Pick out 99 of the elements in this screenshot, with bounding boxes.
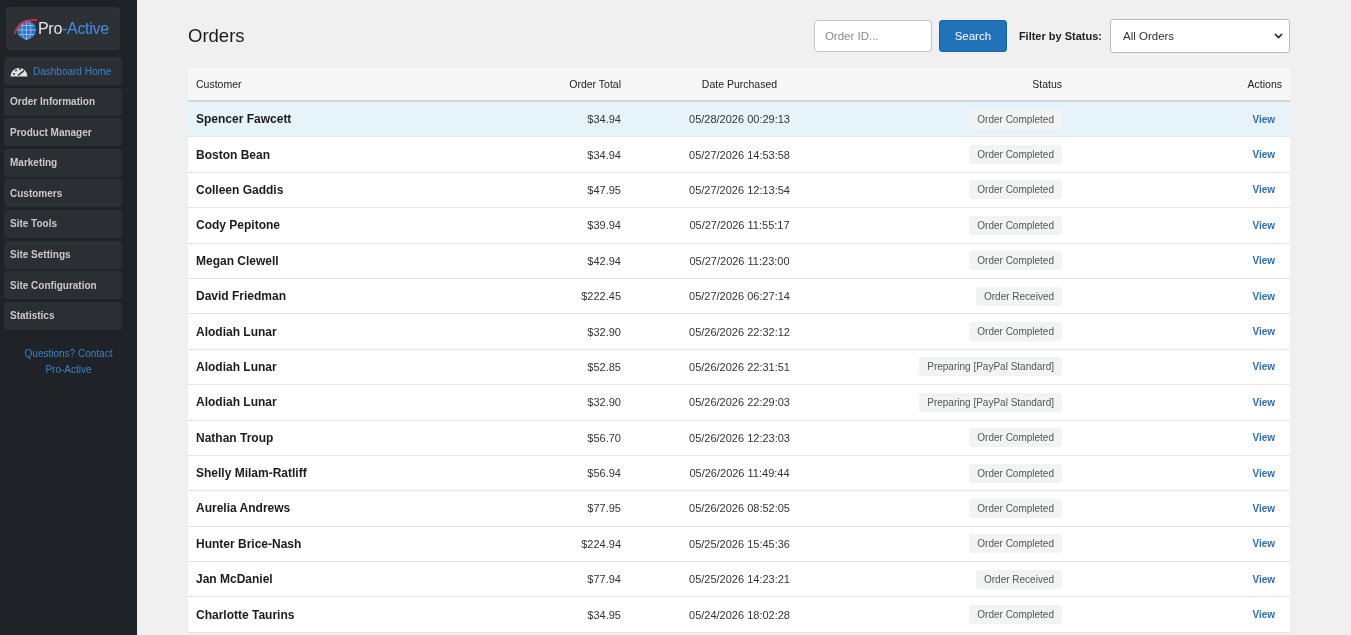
view-link[interactable]: View (1245, 501, 1275, 516)
view-link[interactable]: View (1245, 571, 1275, 587)
column-header: Status (1032, 78, 1062, 90)
globe-logo-icon (14, 17, 38, 40)
customer-name: Boston Bean (196, 147, 270, 162)
nav-item[interactable]: Order Information (4, 87, 122, 116)
view-link[interactable]: View (1245, 359, 1275, 375)
order-total: $52.85 (587, 360, 621, 373)
status-badge: Order Completed (969, 499, 1062, 518)
view-link[interactable]: View (1245, 430, 1275, 446)
customer-name: Spencer Fawcett (196, 112, 292, 127)
purchase-date: 05/26/2026 22:32:12 (689, 325, 790, 338)
status-badge: Order Completed (969, 109, 1062, 129)
status-badge: Order Completed (969, 215, 1062, 235)
status-badge: Order Completed (969, 605, 1062, 625)
status-badge: Order Completed (969, 463, 1062, 483)
order-total: $47.95 (587, 183, 621, 196)
order-total: $56.70 (587, 431, 621, 444)
purchase-date: 05/26/2026 22:31:51 (689, 360, 790, 373)
contact-link[interactable]: Questions? Contact Pro-Active (18, 345, 119, 378)
purchase-date: 05/27/2026 12:13:54 (689, 183, 790, 196)
status-select[interactable]: All Orders (1110, 19, 1290, 53)
order-total: $77.95 (587, 502, 621, 515)
status-badge: Order Completed (969, 428, 1062, 448)
customer-name: Colleen Gaddis (196, 182, 284, 197)
column-header: Actions (1247, 78, 1282, 90)
view-link[interactable]: View (1245, 607, 1275, 623)
view-link[interactable]: View (1245, 182, 1275, 198)
nav-item[interactable]: Statistics (4, 301, 122, 330)
page-title: Orders (188, 25, 246, 47)
customer-name: Hunter Brice-Nash (196, 536, 302, 551)
view-link[interactable]: View (1245, 217, 1275, 233)
customer-name: Jan McDaniel (196, 572, 273, 587)
order-total: $34.94 (587, 148, 621, 161)
purchase-date: 05/26/2026 12:23:03 (689, 431, 790, 444)
customer-name: Alodiah Lunar (196, 395, 277, 410)
order-total: $222.45 (581, 290, 621, 303)
purchase-date: 05/27/2026 14:53:58 (689, 148, 790, 161)
order-total: $42.94 (587, 254, 621, 267)
order-total: $224.94 (581, 537, 621, 550)
order-total: $56.94 (587, 467, 621, 480)
logo-text: Pro-Active (38, 20, 109, 37)
status-badge: Order Completed (969, 251, 1062, 271)
filter-label: Filter by Status: (1018, 30, 1102, 42)
order-total: $34.95 (587, 608, 621, 621)
view-link[interactable]: View (1245, 536, 1275, 552)
nav-item[interactable]: Customers (4, 179, 122, 208)
status-badge: Order Completed (969, 534, 1062, 554)
view-link[interactable]: View (1245, 111, 1275, 127)
purchase-date: 05/24/2026 18:02:28 (689, 608, 790, 621)
status-badge: Preparing [PayPal Standard] (919, 392, 1062, 412)
table-row[interactable]: Spencer Fawcett $34.94 05/28/2026 00:29:13 Order Completed View (188, 102, 1290, 138)
status-badge: Order Completed (969, 322, 1062, 342)
purchase-date: 05/27/2026 11:55:17 (689, 219, 790, 232)
gauge-icon (10, 65, 28, 77)
customer-name: Cody Pepitone (196, 218, 280, 233)
purchase-date: 05/26/2026 22:29:03 (689, 396, 790, 409)
nav-item[interactable]: Marketing (4, 148, 122, 177)
column-header: Date Purchased (701, 78, 778, 90)
view-link[interactable]: View (1245, 288, 1275, 304)
customer-name: Alodiah Lunar (196, 359, 277, 374)
status-badge: Preparing [PayPal Standard] (919, 357, 1062, 377)
status-badge: Order Completed (969, 145, 1062, 165)
purchase-date: 05/25/2026 14:23:21 (689, 573, 790, 586)
customer-name: Nathan Troup (196, 430, 274, 445)
view-link[interactable]: View (1245, 465, 1275, 481)
column-header: Customer (196, 78, 242, 90)
order-id-field[interactable]: Order ID... (813, 20, 932, 52)
nav-item[interactable]: Product Manager (4, 118, 122, 147)
status-badge: Order Received (975, 569, 1062, 589)
nav-item[interactable]: Site Settings (4, 240, 122, 269)
view-link[interactable]: View (1245, 253, 1275, 269)
view-link[interactable]: View (1245, 147, 1275, 163)
chevron-down-icon (1274, 33, 1283, 39)
nav-item[interactable]: Site Configuration (4, 271, 122, 300)
purchase-date: 05/25/2026 15:45:36 (689, 537, 790, 550)
order-total: $32.90 (587, 396, 621, 409)
customer-name: Shelly Milam-Ratliff (196, 466, 307, 481)
customer-name: David Friedman (196, 289, 287, 304)
nav-item[interactable]: Site Tools (4, 209, 122, 238)
purchase-date: 05/26/2026 11:49:44 (689, 467, 790, 480)
customer-name: Alodiah Lunar (196, 324, 277, 339)
status-badge: Order Received (975, 286, 1062, 306)
order-total: $32.90 (587, 325, 621, 338)
purchase-date: 05/28/2026 00:29:13 (689, 113, 790, 126)
customer-name: Charlotte Taurins (196, 607, 295, 622)
purchase-date: 05/26/2026 08:52:05 (689, 502, 790, 515)
customer-name: Megan Clewell (196, 253, 279, 268)
status-badge: Order Completed (969, 180, 1062, 200)
purchase-date: 05/27/2026 06:27:14 (689, 290, 790, 303)
customer-name: Aurelia Andrews (196, 501, 291, 516)
column-header: Order Total (569, 78, 621, 90)
view-link[interactable]: View (1245, 324, 1275, 340)
order-total: $34.94 (587, 113, 621, 126)
search-button[interactable]: Search (938, 20, 1007, 52)
order-total: $77.94 (587, 573, 621, 586)
order-total: $39.94 (587, 219, 621, 232)
view-link[interactable]: View (1245, 394, 1275, 410)
purchase-date: 05/27/2026 11:23:00 (689, 254, 790, 267)
